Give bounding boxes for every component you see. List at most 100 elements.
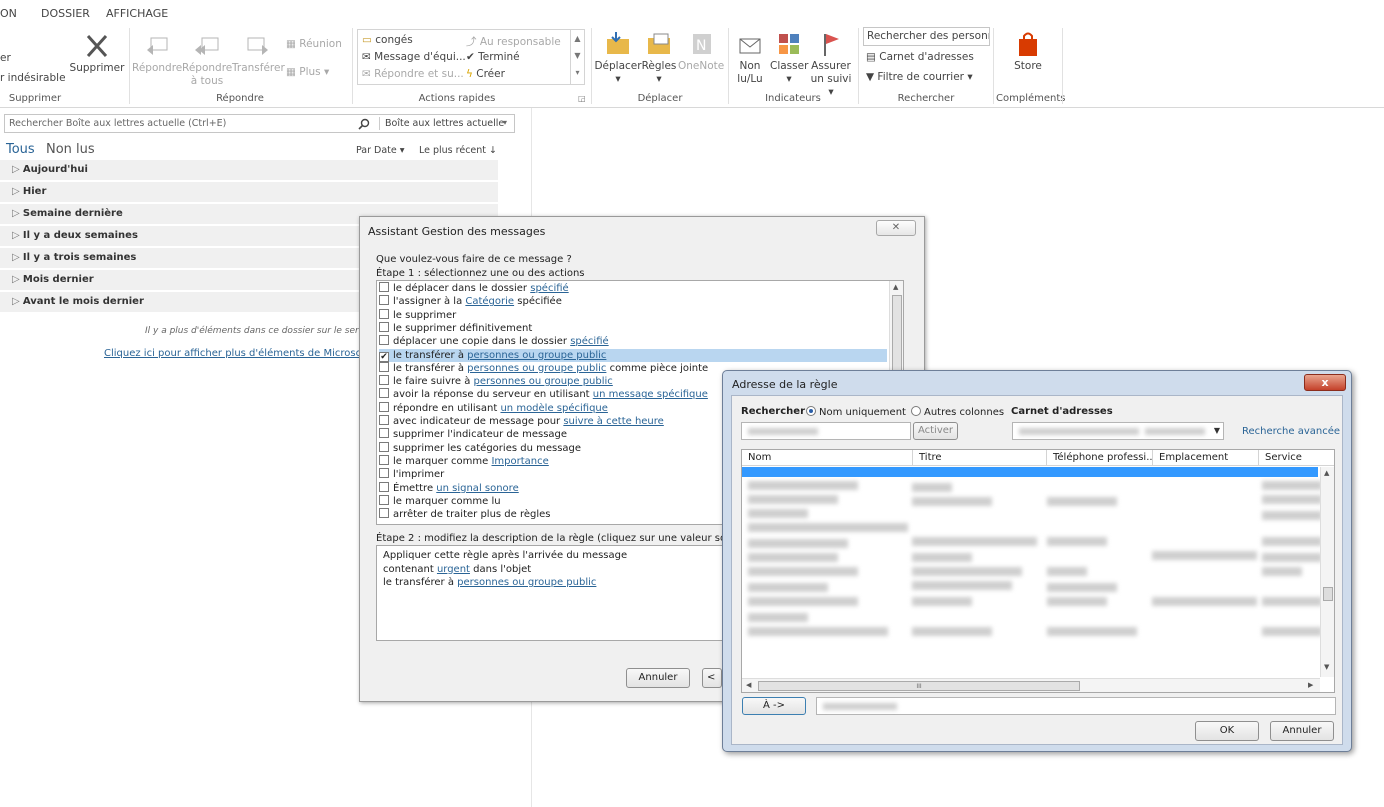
action-row[interactable]: déplacer une copie dans le dossier spéci… [379, 335, 887, 348]
action-link[interactable]: Importance [491, 456, 548, 467]
radio-other-columns[interactable]: Autres colonnes [911, 406, 1004, 418]
action-row[interactable]: ✔ le transférer à personnes ou groupe pub… [379, 348, 887, 362]
checkbox-icon[interactable] [379, 375, 389, 386]
radio-name-only[interactable]: Nom uniquement [806, 406, 906, 418]
checkbox-icon[interactable] [379, 441, 389, 452]
sort-by-dropdown[interactable]: Par Date ▾ [356, 145, 405, 156]
cancel-button[interactable]: Annuler [1270, 721, 1334, 741]
forward-button[interactable]: Transférer [232, 32, 285, 75]
column-header-location[interactable]: Emplacement [1153, 450, 1259, 466]
checkbox-icon[interactable] [379, 295, 389, 306]
close-button[interactable]: x [1304, 374, 1346, 391]
quick-step-done[interactable]: ✔ Terminé [466, 51, 520, 63]
unread-read-button[interactable]: Non lu/Lu [731, 32, 769, 86]
quick-step-reply-delete[interactable]: ✉ Répondre et su... [362, 68, 464, 80]
show-more-link[interactable]: Cliquez ici pour afficher plus d'élément… [104, 348, 384, 359]
previous-button[interactable]: < Pr [702, 668, 722, 688]
checkbox-icon[interactable] [379, 335, 389, 346]
action-row[interactable]: l'assigner à la Catégorie spécifiée [379, 295, 887, 308]
ok-button[interactable]: OK [1195, 721, 1259, 741]
checkbox-icon[interactable] [379, 494, 389, 505]
onenote-button[interactable]: N OneNote [678, 30, 724, 73]
action-row[interactable]: le supprimer [379, 308, 887, 322]
horizontal-scrollbar[interactable]: ◀ III ▶ [742, 678, 1320, 692]
filter-email-button[interactable]: ▼ Filtre de courrier ▾ [866, 71, 973, 83]
checkbox-icon[interactable] [379, 481, 389, 492]
scroll-left-icon[interactable]: ◀ [746, 681, 751, 689]
quick-step-create[interactable]: ϟ Créer [466, 68, 505, 80]
vertical-scrollbar[interactable]: ▲ ▼ [1320, 467, 1334, 677]
quick-step-conges[interactable]: ▭ congés [362, 34, 413, 46]
dialog-launcher-icon[interactable]: ◲ [578, 94, 586, 103]
checkbox-checked-icon[interactable]: ✔ [379, 351, 389, 362]
reply-all-button[interactable]: Répondre à tous [182, 32, 232, 88]
delete-button[interactable]: Supprimer [68, 32, 126, 75]
action-link[interactable]: un signal sonore [436, 483, 518, 494]
checkbox-icon[interactable] [379, 454, 389, 465]
action-link[interactable]: un message spécifique [593, 389, 708, 400]
action-link[interactable]: spécifié [570, 336, 608, 347]
more-button[interactable]: ▦ Plus ▾ [286, 66, 329, 78]
junk-label[interactable]: r indésirable [0, 72, 66, 84]
checkbox-icon[interactable] [379, 388, 389, 399]
date-group-header[interactable]: ▷ Hier [0, 182, 498, 202]
search-people-input[interactable]: Rechercher des personnes [863, 27, 990, 46]
action-link[interactable]: suivre à cette heure [563, 416, 663, 427]
checkbox-icon[interactable] [379, 428, 389, 439]
close-button[interactable]: ✕ [876, 220, 916, 236]
meeting-button[interactable]: ▦ Réunion [286, 38, 342, 50]
scroll-up-icon[interactable]: ▲ [893, 283, 898, 291]
keyword-link[interactable]: urgent [437, 564, 470, 575]
store-button[interactable]: Store [1004, 30, 1052, 73]
action-row[interactable]: le supprimer définitivement [379, 321, 887, 335]
action-link[interactable]: personnes ou groupe public [467, 350, 606, 361]
cancel-button[interactable]: Annuler [626, 668, 690, 688]
categorize-button[interactable]: Classer ▾ [770, 30, 808, 86]
search-scope-dropdown[interactable]: Boîte aux lettres actuelle [385, 118, 504, 129]
action-link[interactable]: spécifié [530, 283, 568, 294]
checkbox-icon[interactable] [379, 282, 389, 292]
address-book-dropdown[interactable]: ▼ [1012, 422, 1224, 440]
checkbox-icon[interactable] [379, 468, 389, 479]
tab-dossier[interactable]: DOSSIER [41, 7, 90, 20]
rules-button[interactable]: Règles ▾ [641, 30, 677, 86]
column-header-name[interactable]: Nom [742, 450, 913, 466]
move-button[interactable]: Déplacer ▾ [594, 30, 642, 86]
to-field[interactable] [816, 697, 1336, 715]
sort-order-button[interactable]: Le plus récent ↓ [419, 145, 497, 156]
action-row[interactable]: le déplacer dans le dossier spécifié [379, 282, 887, 295]
checkbox-icon[interactable] [379, 308, 389, 319]
recipients-link[interactable]: personnes ou groupe public [457, 577, 596, 588]
search-input[interactable] [741, 422, 911, 440]
quick-step-manager[interactable]: ⤴ Au responsable [466, 34, 561, 49]
tab-accueil[interactable]: ON [0, 7, 17, 20]
activate-button[interactable]: Activer [913, 422, 958, 440]
filter-all-tab[interactable]: Tous [6, 142, 35, 157]
chevron-down-icon[interactable]: ▾ [503, 118, 507, 127]
checkbox-icon[interactable] [379, 401, 389, 412]
checkbox-icon[interactable] [379, 415, 389, 425]
mailbox-search-input[interactable]: Rechercher Boîte aux lettres actuelle (C… [9, 118, 226, 129]
action-link[interactable]: Catégorie [465, 296, 514, 307]
gallery-scroll[interactable]: ▲ ▼ ▾ [570, 30, 584, 84]
checkbox-icon[interactable] [379, 321, 389, 332]
selected-row[interactable] [742, 467, 1318, 477]
scroll-up-icon[interactable]: ▲ [1324, 469, 1329, 477]
scroll-thumb[interactable] [892, 295, 902, 375]
scroll-right-icon[interactable]: ▶ [1308, 681, 1313, 689]
column-header-phone[interactable]: Téléphone professi... [1047, 450, 1153, 466]
hscroll-thumb[interactable]: III [758, 681, 1080, 691]
column-header-department[interactable]: Service [1259, 450, 1334, 466]
action-link[interactable]: personnes ou groupe public [474, 376, 613, 387]
checkbox-icon[interactable] [379, 361, 389, 372]
scroll-down-icon[interactable]: ▼ [1324, 663, 1329, 671]
action-link[interactable]: personnes ou groupe public [467, 363, 606, 374]
search-icon[interactable] [358, 118, 370, 130]
quick-step-team-message[interactable]: ✉ Message d'équi... [362, 51, 466, 63]
advanced-search-link[interactable]: Recherche avancée [1242, 426, 1340, 437]
scroll-thumb[interactable] [1323, 587, 1333, 601]
filter-unread-tab[interactable]: Non lus [46, 142, 95, 157]
column-header-title[interactable]: Titre [913, 450, 1047, 466]
date-group-header[interactable]: ▷ Aujourd'hui [0, 160, 498, 180]
cleanup-label[interactable]: er [0, 52, 11, 64]
